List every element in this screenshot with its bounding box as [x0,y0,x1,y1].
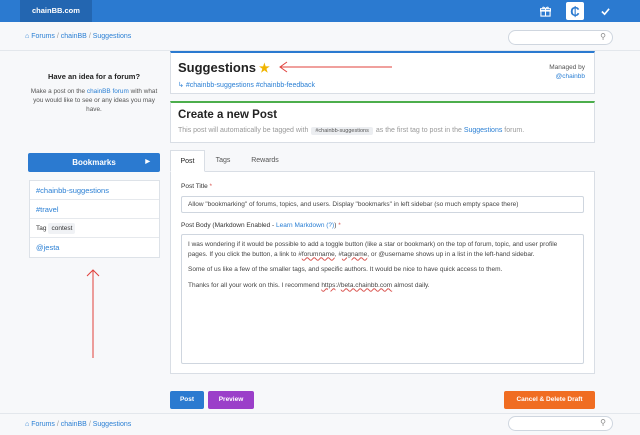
tab-post[interactable]: Post [170,150,205,172]
tag-chip: #chainbb-suggestions [311,127,373,135]
account-coin-icon[interactable]: ₵ [566,2,584,20]
breadcrumb-separator: / [88,421,91,428]
bookmarks-button[interactable]: Bookmarks ▶ [28,153,160,172]
home-icon[interactable]: ⌂ [25,421,29,428]
learn-markdown-link[interactable]: Learn Markdown (?) [276,222,334,229]
breadcrumb-separator: / [56,33,59,40]
annotation-arrow-left [279,61,392,73]
check-icon[interactable] [596,2,614,20]
idea-title: Have an idea for a forum? [47,72,141,81]
tab-tags[interactable]: Tags [208,150,238,172]
create-post-header: Create a new Post This post will automat… [170,101,595,143]
breadcrumb-separator: / [56,421,59,428]
post-form: Post Title * Allow "bookmarking" of foru… [170,172,595,374]
post-title-label: Post Title * [181,183,213,190]
top-navbar: chainBB.com ₵ [0,0,640,22]
forum-idea-panel: Have an idea for a forum? Make a post on… [28,72,160,114]
create-post-subtitle: This post will automatically be tagged w… [178,127,525,135]
brand-logo[interactable]: chainBB.com [20,0,92,22]
page-title: Suggestions ★ [178,60,270,75]
breadcrumb-separator: / [88,33,91,40]
post-button[interactable]: Post [170,391,204,409]
create-post-title: Create a new Post [178,109,278,121]
body-paragraph: I was wondering if it would be possible … [188,241,558,258]
gift-icon[interactable] [536,2,554,20]
topic-tags[interactable]: ↳ #chainbb-suggestions #chainbb-feedback [178,81,315,89]
idea-text: Make a post on the chainBB forum with wh… [30,88,158,113]
chainbb-forum-link[interactable]: chainBB forum [87,88,129,95]
breadcrumb-chainbb[interactable]: chainBB [61,421,87,428]
bookmark-item[interactable]: #chainbb-suggestions [30,181,159,200]
bookmark-item[interactable]: @jesta [30,238,159,257]
search-icon: ⚲ [600,32,606,41]
bookmarks-label: Bookmarks [72,158,116,167]
footer-divider [0,413,640,414]
breadcrumb-forums[interactable]: Forums [31,421,55,428]
breadcrumb: ⌂ Forums / chainBB / Suggestions [25,33,131,40]
preview-button[interactable]: Preview [208,391,254,409]
search-icon: ⚲ [600,418,606,427]
bookmarks-list: #chainbb-suggestions #travel Tag contest … [29,180,160,258]
forum-link[interactable]: Suggestions [464,127,503,134]
search-input[interactable]: ⚲ [508,30,613,45]
body-paragraph: Thanks for all your work on this. I reco… [188,281,430,289]
chevron-right-icon: ▶ [145,159,150,165]
search-input-footer[interactable]: ⚲ [508,416,613,431]
managed-by: Managed by @chainbb [549,64,585,80]
post-body-textarea[interactable]: I was wondering if it would be possible … [181,234,584,364]
breadcrumb-chainbb[interactable]: chainBB [61,33,87,40]
breadcrumb-footer: ⌂ Forums / chainBB / Suggestions [25,421,131,428]
tab-rewards[interactable]: Rewards [244,150,286,172]
post-title-input[interactable]: Allow "bookmarking" of forums, topics, a… [181,196,584,213]
cancel-delete-draft-button[interactable]: Cancel & Delete Draft [504,391,595,409]
moderator-link[interactable]: @chainbb [556,73,585,80]
breadcrumb-suggestions[interactable]: Suggestions [93,421,132,428]
breadcrumb-forums[interactable]: Forums [31,33,55,40]
bookmark-item[interactable]: #travel [30,200,159,219]
post-body-label: Post Body (Markdown Enabled - Learn Mark… [181,222,341,229]
star-icon[interactable]: ★ [259,61,270,75]
bookmark-item-tag[interactable]: Tag contest [30,219,159,238]
post-tabs: Post Tags Rewards [170,150,595,172]
breadcrumb-suggestions[interactable]: Suggestions [93,33,132,40]
annotation-arrow-up [86,269,100,358]
body-paragraph: Some of us like a few of the smaller tag… [188,266,503,273]
navbar-icons: ₵ [536,0,614,22]
home-icon[interactable]: ⌂ [25,33,29,40]
